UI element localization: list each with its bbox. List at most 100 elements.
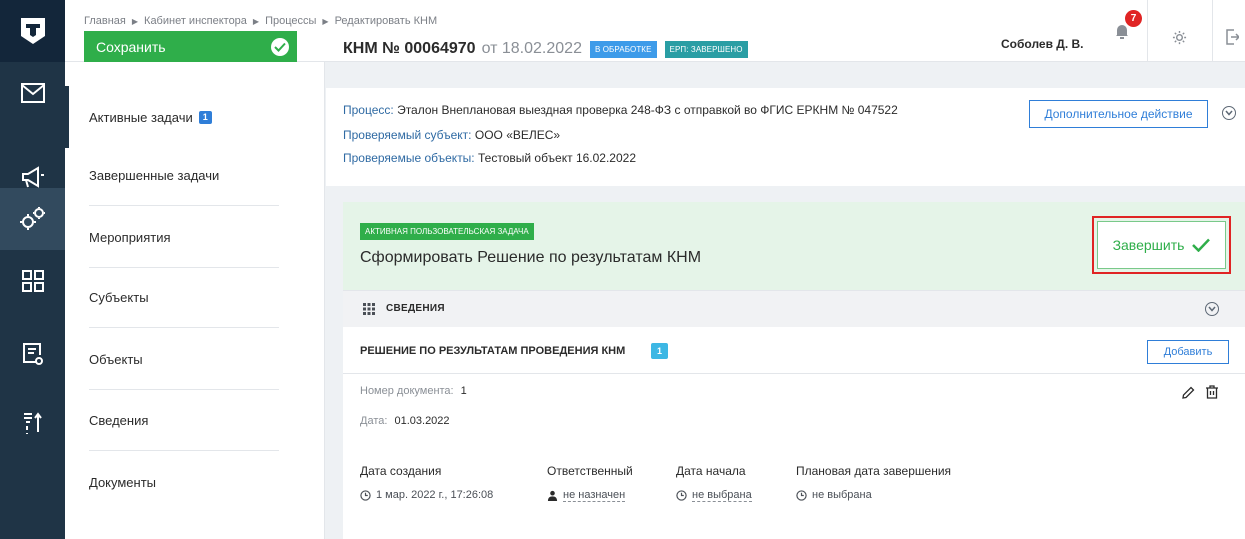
breadcrumb-item: Редактировать КНМ <box>334 15 438 27</box>
rail-mail-button[interactable] <box>0 62 65 124</box>
menu-item-completed-tasks[interactable]: Завершенные задачи <box>65 144 325 206</box>
menu-item-label: Мероприятия <box>89 229 171 245</box>
header-divider <box>1147 0 1148 62</box>
grid-icon <box>363 303 375 315</box>
finish-button-label: Завершить <box>1112 237 1185 253</box>
gear-icon <box>1172 30 1187 45</box>
header-divider <box>1212 0 1213 62</box>
start-date-value: не выбрана <box>692 489 752 502</box>
planned-end-value: не выбрана <box>812 489 872 501</box>
created-value: 1 мар. 2022 г., 17:26:08 <box>376 489 494 501</box>
menu-item-objects[interactable]: Объекты <box>65 328 325 390</box>
created-value-row: 1 мар. 2022 г., 17:26:08 <box>360 489 493 501</box>
task-title: Сформировать Решение по результатам КНМ <box>360 249 702 266</box>
extra-action-button[interactable]: Дополнительное действие <box>1029 100 1208 128</box>
doc-number-value: 1 <box>460 385 467 397</box>
breadcrumb-separator-icon: ▶ <box>131 16 139 26</box>
responsible-value-row[interactable]: не назначен <box>547 489 633 502</box>
sort-arrows-icon <box>23 412 42 434</box>
menu-item-subjects[interactable]: Субъекты <box>65 266 325 328</box>
notifications-button[interactable]: 7 <box>1115 10 1142 45</box>
details-section-label: СВЕДЕНИЯ <box>386 303 445 314</box>
save-button[interactable]: Сохранить <box>84 31 297 62</box>
objects-label: Проверяемые объекты: <box>343 151 475 165</box>
process-info-panel: Процесс: Эталон Внеплановая выездная про… <box>326 88 1245 186</box>
start-date-value-row[interactable]: не выбрана <box>676 489 752 502</box>
menu-item-count-badge: 1 <box>198 110 212 124</box>
decision-section-header: РЕШЕНИЕ ПО РЕЗУЛЬТАТАМ ПРОВЕДЕНИЯ КНМ 1 … <box>343 327 1245 374</box>
rail-dashboard-button[interactable] <box>0 250 65 312</box>
process-label: Процесс: <box>343 103 394 117</box>
app-logo[interactable] <box>0 0 65 62</box>
created-label: Дата создания <box>360 464 442 478</box>
breadcrumb-item[interactable]: Кабинет инспектора <box>144 15 247 27</box>
mail-icon <box>20 83 45 103</box>
erp-status-badge: ЕРП: ЗАВЕРШЕНО <box>664 40 748 58</box>
clock-icon <box>676 490 687 501</box>
check-icon <box>271 37 289 56</box>
edit-pencil-icon[interactable] <box>1181 386 1195 400</box>
doc-date: от 18.02.2022 <box>481 40 582 57</box>
status-badge: В ОБРАБОТКЕ <box>589 40 657 58</box>
finish-button-highlight: Завершить <box>1092 216 1231 274</box>
shield-logo-icon <box>20 18 45 44</box>
menu-item-label: Сведения <box>89 412 149 428</box>
clock-icon <box>360 489 371 501</box>
decision-panel: РЕШЕНИЕ ПО РЕЗУЛЬТАТАМ ПРОВЕДЕНИЯ КНМ 1 … <box>343 327 1245 539</box>
responsible-info: Ответственный не назначен <box>547 464 633 502</box>
chevron-down-icon[interactable] <box>1205 302 1219 316</box>
task-type-badge: АКТИВНАЯ ПОЛЬЗОВАТЕЛЬСКАЯ ЗАДАЧА <box>360 223 534 240</box>
planned-end-value-row[interactable]: не выбрана <box>796 489 951 501</box>
user-name[interactable]: Соболев Д. В. <box>1001 37 1084 51</box>
notifications-count-badge: 7 <box>1125 10 1142 27</box>
start-date-label: Дата начала <box>676 464 746 478</box>
chevron-down-icon[interactable] <box>1222 106 1236 120</box>
details-section-bar[interactable]: СВЕДЕНИЯ <box>343 290 1245 327</box>
date-label: Дата: <box>360 415 388 427</box>
document-search-icon <box>22 343 43 365</box>
settings-button[interactable] <box>1172 30 1187 50</box>
objects-value: Тестовый объект 16.02.2022 <box>478 151 636 165</box>
doc-number-label: Номер документа: <box>360 385 454 397</box>
breadcrumb-item[interactable]: Процессы <box>265 15 316 27</box>
trash-icon[interactable] <box>1205 385 1219 399</box>
logout-icon <box>1226 29 1241 45</box>
menu-item-active-tasks[interactable]: Активные задачи 1 <box>65 86 325 148</box>
section-menu: Активные задачи 1 Завершенные задачи Мер… <box>65 62 325 539</box>
breadcrumb-item[interactable]: Главная <box>84 15 126 27</box>
planned-end-label: Плановая дата завершения <box>796 464 952 478</box>
active-task-card: АКТИВНАЯ ПОЛЬЗОВАТЕЛЬСКАЯ ЗАДАЧА Сформир… <box>343 202 1245 290</box>
person-icon <box>547 490 558 501</box>
menu-item-events[interactable]: Мероприятия <box>65 206 325 268</box>
objects-row: Проверяемые объекты: Тестовый объект 16.… <box>343 151 636 165</box>
menu-item-documents[interactable]: Документы <box>65 451 325 513</box>
menu-item-label: Субъекты <box>89 289 149 305</box>
decision-section-title: РЕШЕНИЕ ПО РЕЗУЛЬТАТАМ ПРОВЕДЕНИЯ КНМ <box>360 345 626 357</box>
rail-processes-button[interactable] <box>0 188 65 250</box>
clock-icon <box>796 489 807 501</box>
responsible-label: Ответственный <box>547 464 633 478</box>
dashboard-grid-icon <box>21 270 44 292</box>
process-value: Эталон Внеплановая выездная проверка 248… <box>397 103 898 117</box>
subject-row: Проверяемый субъект: ООО «ВЕЛЕС» <box>343 128 560 142</box>
finish-button[interactable]: Завершить <box>1097 221 1226 269</box>
logout-button[interactable] <box>1225 28 1241 51</box>
rail-documents-button[interactable] <box>0 324 65 386</box>
planned-end-info: Плановая дата завершения не выбрана <box>796 464 951 501</box>
rail-sort-button[interactable] <box>0 392 65 454</box>
date-row: Дата: 01.03.2022 <box>360 415 450 427</box>
gears-icon <box>19 207 45 230</box>
start-date-info: Дата начала не выбрана <box>676 464 752 502</box>
menu-item-label: Завершенные задачи <box>89 167 220 183</box>
check-icon <box>1192 238 1211 252</box>
menu-item-details[interactable]: Сведения <box>65 389 325 451</box>
subject-label: Проверяемый субъект: <box>343 128 472 142</box>
page-title: КНМ № 00064970 от 18.02.2022 В ОБРАБОТКЕ… <box>343 40 748 58</box>
menu-item-label: Объекты <box>89 351 143 367</box>
doc-number-row: Номер документа: 1 <box>360 385 467 397</box>
menu-item-label: Активные задачи <box>89 109 193 125</box>
breadcrumb-separator-icon: ▶ <box>322 16 329 26</box>
decision-count-badge: 1 <box>651 343 668 359</box>
created-info: Дата создания 1 мар. 2022 г., 17:26:08 <box>360 464 493 501</box>
add-button[interactable]: Добавить <box>1147 340 1229 364</box>
